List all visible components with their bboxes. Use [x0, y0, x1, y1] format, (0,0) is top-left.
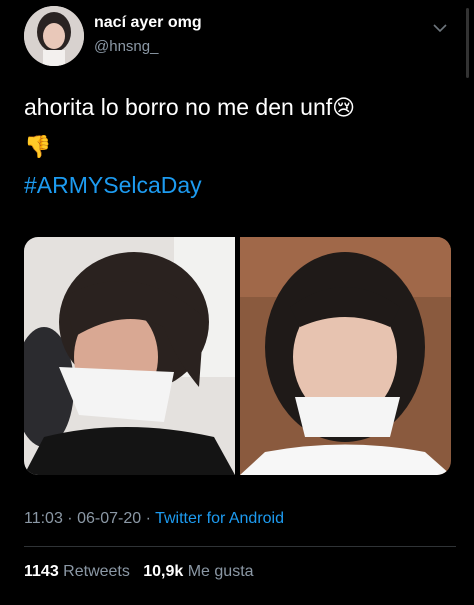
retweets-label: Retweets	[63, 563, 130, 580]
tweet-body: ahorita lo borro no me den unf	[24, 94, 333, 120]
tweet-photo-right[interactable]	[240, 237, 451, 475]
tweet-time: 11:03	[24, 510, 63, 527]
likes-label: Me gusta	[187, 563, 254, 580]
source-app-link[interactable]: Twitter for Android	[155, 510, 284, 527]
tweet-stats: 1143 Retweets 10,9k Me gusta	[24, 563, 254, 581]
display-name[interactable]: nací ayer omg	[94, 14, 202, 32]
hashtag-link[interactable]: #ARMYSelcaDay	[24, 172, 202, 198]
tweet-date: 06-07-20	[77, 510, 142, 527]
tweet-photo-left[interactable]	[24, 237, 235, 475]
meta-separator: ·	[141, 510, 156, 527]
likes-stat[interactable]: 10,9k Me gusta	[143, 563, 253, 580]
retweets-count: 1143	[24, 563, 59, 580]
user-handle[interactable]: @hnsng_	[94, 38, 158, 55]
crying-face-emoji-icon: 😢	[332, 95, 356, 120]
meta-separator: ·	[62, 510, 78, 527]
chevron-down-icon[interactable]	[432, 20, 448, 36]
tweet-meta: 11:03 · 06-07-20 · Twitter for Android	[24, 510, 284, 528]
scrollbar[interactable]	[466, 8, 469, 78]
retweets-stat[interactable]: 1143 Retweets	[24, 563, 134, 580]
avatar[interactable]	[24, 6, 84, 66]
tweet-text: ahorita lo borro no me den unf😢 👎 #ARMYS…	[24, 88, 454, 204]
likes-count: 10,9k	[143, 563, 184, 580]
thumbs-down-emoji-icon: 👎	[24, 134, 52, 159]
tweet-text-line: ahorita lo borro no me den unf😢	[24, 88, 454, 127]
divider	[24, 546, 456, 547]
